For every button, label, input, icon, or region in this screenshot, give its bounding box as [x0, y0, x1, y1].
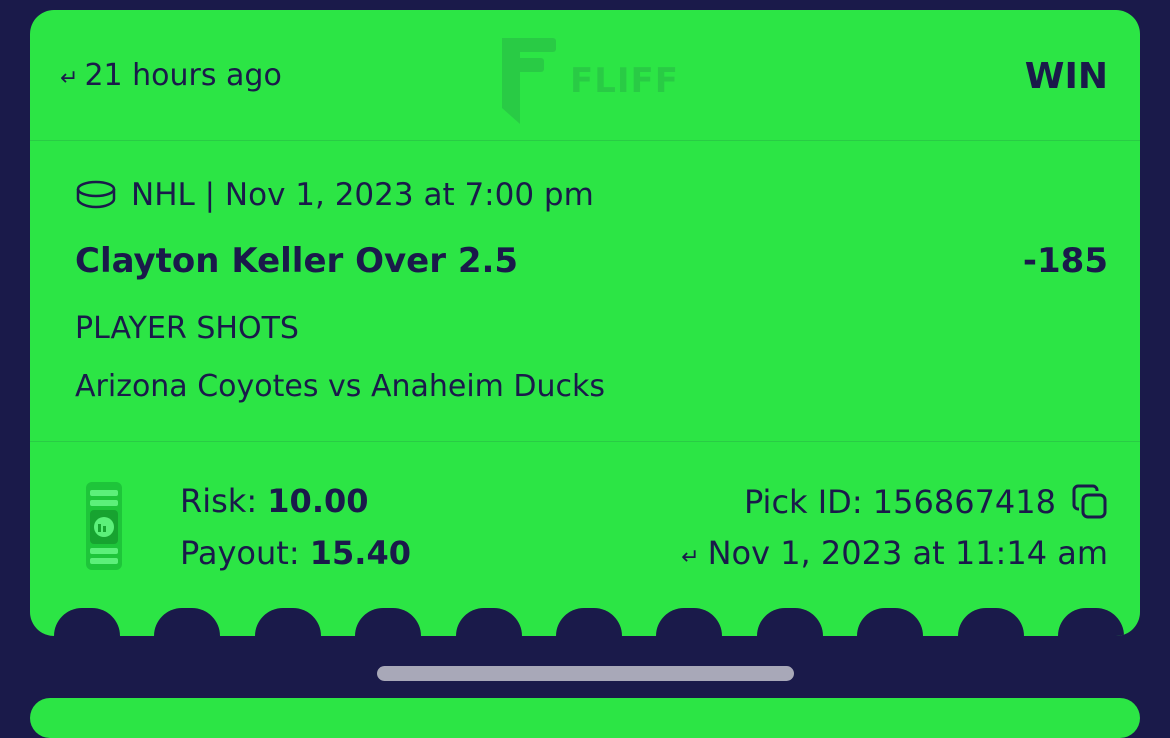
next-bet-card[interactable] — [30, 698, 1140, 738]
logo-text: FLIFF — [570, 61, 679, 101]
ticket-icon — [82, 480, 126, 576]
card-header: ↵ 21 hours ago FLIFF WIN — [30, 10, 1140, 141]
perforation-hole — [54, 608, 120, 636]
placed-at-row: ↵ Nov 1, 2023 at 11:14 am — [681, 534, 1108, 572]
bet-details: NHL | Nov 1, 2023 at 7:00 pm Clayton Kel… — [30, 141, 1140, 442]
ticket-perforation — [54, 608, 1124, 636]
home-indicator[interactable] — [377, 666, 794, 681]
league-date-row: NHL | Nov 1, 2023 at 7:00 pm — [75, 177, 594, 213]
hockey-puck-icon — [76, 180, 116, 209]
perforation-hole — [756, 608, 823, 636]
risk-row: Risk: 10.00 — [180, 482, 369, 520]
perforation-hole — [857, 608, 924, 636]
placed-at-text: Nov 1, 2023 at 11:14 am — [707, 534, 1108, 572]
league-date-text: NHL | Nov 1, 2023 at 7:00 pm — [131, 177, 594, 213]
matchup-text: Arizona Coyotes vs Anaheim Ducks — [75, 369, 606, 404]
perforation-hole — [957, 608, 1024, 636]
result-badge: WIN — [1024, 56, 1108, 97]
perforation-hole — [555, 608, 622, 636]
return-arrow-icon: ↵ — [681, 544, 700, 570]
fliff-logo-icon — [502, 38, 556, 124]
risk-value: 10.00 — [267, 482, 369, 520]
perforation-hole — [154, 608, 221, 636]
copy-icon[interactable] — [1070, 482, 1110, 522]
pick-id-row: Pick ID: 156867418 — [744, 482, 1110, 522]
payout-row: Payout: 15.40 — [180, 534, 411, 572]
perforation-hole — [1057, 608, 1124, 636]
return-arrow-icon: ↵ — [60, 66, 79, 91]
time-ago-text: 21 hours ago — [84, 58, 282, 93]
perforation-hole — [254, 608, 321, 636]
selection-title: Clayton Keller Over 2.5 — [75, 241, 519, 281]
payout-value: 15.40 — [309, 534, 411, 572]
time-ago: ↵ 21 hours ago — [60, 58, 282, 93]
bet-card[interactable]: ↵ 21 hours ago FLIFF WIN NHL | Nov 1, 20… — [30, 10, 1140, 636]
perforation-hole — [455, 608, 522, 636]
pick-id-label: Pick ID: — [743, 483, 863, 521]
payout-label: Payout: — [180, 534, 300, 572]
odds-value: -185 — [1022, 241, 1108, 281]
perforation-hole — [656, 608, 723, 636]
pick-id-value: 156867418 — [872, 483, 1056, 521]
fliff-logo: FLIFF — [500, 36, 679, 126]
perforation-hole — [355, 608, 422, 636]
bet-summary: Risk: 10.00 Payout: 15.40 Pick ID: 15686… — [30, 442, 1140, 636]
risk-label: Risk: — [180, 482, 258, 520]
market-type: PLAYER SHOTS — [75, 311, 299, 346]
